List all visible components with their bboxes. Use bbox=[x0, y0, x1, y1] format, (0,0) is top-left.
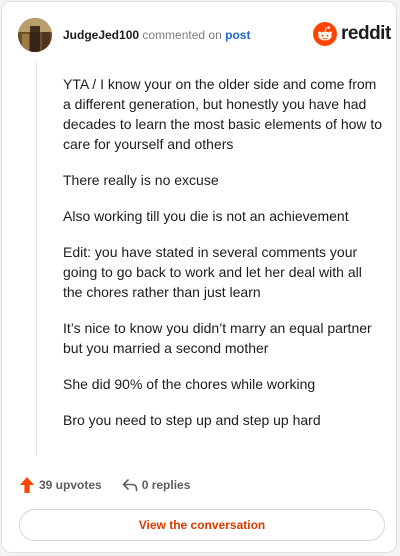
upvote-count: 39 upvotes bbox=[39, 478, 102, 492]
reddit-wordmark: reddit bbox=[341, 23, 391, 44]
view-conversation-label: View the conversation bbox=[138, 518, 266, 532]
thread-line bbox=[36, 62, 37, 456]
comment-paragraph: Edit: you have stated in several comment… bbox=[63, 244, 362, 300]
comment-meta: JudgeJed100 commented on post bbox=[63, 28, 250, 42]
comment-paragraph: There really is no excuse bbox=[63, 172, 219, 188]
upvote-arrow-icon bbox=[20, 477, 34, 493]
comment-paragraph: Bro you need to step up and step up hard bbox=[63, 412, 321, 428]
user-avatar[interactable] bbox=[18, 18, 52, 52]
comment-body: YTA / I know your on the older side and … bbox=[63, 74, 385, 430]
reply-count: 0 replies bbox=[141, 478, 191, 492]
comment-paragraph: YTA / I know your on the older side and … bbox=[63, 76, 383, 152]
comment-paragraph: It’s nice to know you didn’t marry an eq… bbox=[63, 320, 372, 356]
comment-footer: 39 upvotes 0 replies bbox=[20, 474, 190, 496]
reddit-snoo-icon bbox=[313, 22, 337, 46]
comment-header: JudgeJed100 commented on post reddit bbox=[2, 2, 396, 62]
comment-paragraph: She did 90% of the chores while working bbox=[63, 376, 316, 392]
comment-paragraph: Also working till you die is not an achi… bbox=[63, 208, 349, 224]
reddit-logo[interactable]: reddit bbox=[313, 22, 391, 46]
upvote-button[interactable]: 39 upvotes bbox=[20, 477, 102, 493]
username-link[interactable]: JudgeJed100 bbox=[63, 28, 139, 42]
replies-button[interactable]: 0 replies bbox=[122, 478, 191, 492]
post-link[interactable]: post bbox=[225, 28, 250, 42]
comment-card: JudgeJed100 commented on post reddit YTA… bbox=[1, 1, 397, 553]
avatar-image bbox=[18, 18, 52, 52]
reply-arrow-icon bbox=[122, 479, 138, 492]
action-text: commented on bbox=[142, 28, 222, 42]
view-conversation-button[interactable]: View the conversation bbox=[19, 509, 385, 541]
